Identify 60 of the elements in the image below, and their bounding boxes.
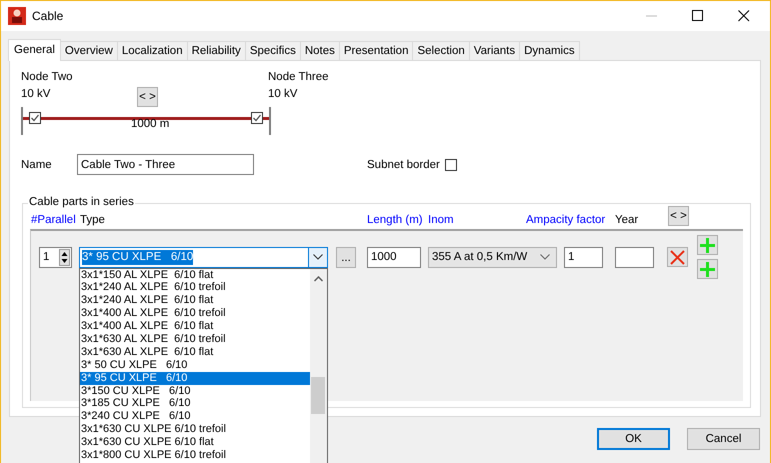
plus-icon bbox=[700, 238, 715, 252]
dropdown-option[interactable]: 3*185 CU XLPE 6/10 bbox=[80, 397, 310, 410]
maximize-icon[interactable] bbox=[692, 10, 704, 22]
close-icon bbox=[670, 250, 685, 264]
dropdown-option[interactable]: 3x1*630 AL XLPE 6/10 trefoil bbox=[80, 332, 310, 346]
subnet-border-label: Subnet border bbox=[367, 158, 440, 170]
dialog-button[interactable]: Cancel bbox=[687, 428, 760, 450]
column-header: Type bbox=[80, 214, 106, 228]
column-header: Length (m) bbox=[367, 214, 424, 228]
dropdown-option[interactable]: 3x1*630 AL XLPE 6/10 flat bbox=[80, 346, 310, 359]
scrollbar-thumb[interactable] bbox=[311, 376, 325, 414]
swap-button[interactable]: < > bbox=[668, 206, 689, 226]
node-voltage: 10 kV bbox=[268, 88, 298, 100]
chevron-down-icon bbox=[313, 254, 323, 260]
node-name: Node Three bbox=[268, 71, 329, 83]
scrollbar[interactable] bbox=[310, 268, 327, 463]
app-logo-icon bbox=[8, 7, 26, 25]
dialog-button[interactable]: OK bbox=[597, 428, 670, 450]
year-field[interactable] bbox=[615, 246, 654, 268]
spinner-arrows-icon[interactable] bbox=[59, 248, 70, 266]
dropdown-option[interactable]: 3x1*240 AL XLPE 6/10 flat bbox=[80, 294, 310, 308]
dropdown-option[interactable]: 3*150 CU XLPE 6/10 bbox=[80, 384, 310, 398]
column-header: #Parallel bbox=[31, 214, 77, 228]
column-header: Inom bbox=[428, 214, 455, 228]
window-title: Cable bbox=[32, 9, 64, 23]
dropdown-option[interactable]: 3x1*400 AL XLPE 6/10 trefoil bbox=[80, 307, 310, 320]
inom-combobox[interactable]: 355 A at 0,5 Km/W bbox=[428, 246, 557, 268]
switch-checkbox[interactable] bbox=[251, 112, 263, 124]
name-field[interactable]: Cable Two - Three bbox=[77, 154, 254, 175]
dropdown-option[interactable]: 3x1*630 CU XLPE 6/10 trefoil bbox=[80, 423, 310, 436]
dropdown-option[interactable]: 3x1*630 CU XLPE 6/10 flat bbox=[80, 436, 310, 449]
name-label: Name bbox=[21, 158, 53, 170]
length-field[interactable]: 1000 bbox=[367, 246, 421, 268]
swap-button[interactable]: < > bbox=[137, 87, 158, 107]
column-header: Year bbox=[615, 214, 640, 228]
dropdown-option[interactable]: 3x1*240 AL XLPE 6/10 trefoil bbox=[80, 281, 310, 294]
subnet-border-checkbox[interactable] bbox=[444, 158, 457, 170]
dropdown-option[interactable]: 3* 95 CU XLPE 6/10 bbox=[80, 372, 310, 385]
switch-checkbox[interactable] bbox=[29, 112, 41, 124]
dropdown-option[interactable]: 3*240 CU XLPE 6/10 bbox=[80, 410, 310, 424]
dropdown-option[interactable]: 3x1*800 CU XLPE 6/10 trefoil bbox=[80, 448, 310, 462]
group-title: Cable parts in series bbox=[28, 196, 135, 208]
tab[interactable]: Dynamics bbox=[519, 41, 580, 60]
chevron-down-icon bbox=[540, 254, 550, 260]
tab[interactable]: General bbox=[8, 39, 61, 61]
browse-button[interactable]: ... bbox=[336, 246, 356, 268]
dropdown-option[interactable]: 3* 50 CU XLPE 6/10 bbox=[80, 358, 310, 372]
dropdown-option[interactable]: 3x1*150 AL XLPE 6/10 flat bbox=[80, 268, 310, 282]
ampacity-factor-field[interactable]: 1 bbox=[564, 246, 603, 268]
parallel-spinner[interactable]: 1 bbox=[39, 246, 72, 268]
dropdown-option[interactable]: 3x1*400 AL XLPE 6/10 flat bbox=[80, 320, 310, 333]
cable-length: 1000 m bbox=[131, 118, 170, 130]
chevron-up-icon[interactable] bbox=[314, 276, 323, 282]
node-voltage: 10 kV bbox=[21, 88, 50, 100]
type-combobox[interactable]: 3* 95 CU XLPE 6/10 bbox=[79, 246, 328, 268]
plus-icon bbox=[700, 262, 715, 276]
delete-button[interactable] bbox=[667, 247, 688, 267]
node-name: Node Two bbox=[21, 71, 73, 83]
column-header: Ampacity factor bbox=[526, 214, 606, 228]
close-icon[interactable] bbox=[738, 10, 750, 22]
